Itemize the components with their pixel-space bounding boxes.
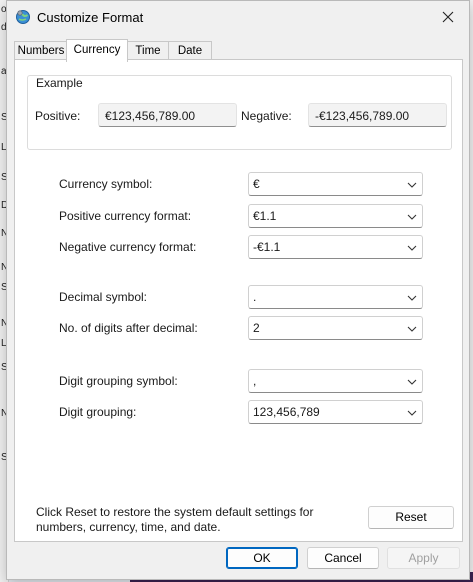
positive-example-value: €123,456,789.00 [98,103,237,127]
positive-currency-format-value: €1.1 [253,209,277,223]
tab-currency[interactable]: Currency [66,39,128,62]
negative-currency-format-dropdown[interactable]: -€1.1 [248,235,423,259]
digit-grouping-symbol-label: Digit grouping symbol: [59,374,178,388]
chevron-down-icon [407,410,417,416]
example-group-label: Example [36,76,83,90]
chevron-down-icon [407,182,417,188]
region-settings-icon [16,10,30,24]
negative-example-label: Negative: [241,109,292,123]
digits-after-decimal-dropdown[interactable]: 2 [248,316,423,340]
decimal-symbol-dropdown[interactable]: . [248,285,423,309]
chevron-down-icon [407,379,417,385]
decimal-symbol-label: Decimal symbol: [59,290,148,304]
chevron-down-icon [407,295,417,301]
close-button[interactable] [433,5,463,29]
tab-date[interactable]: Date [168,41,212,60]
digit-grouping-symbol-dropdown[interactable]: , [248,369,423,393]
tab-numbers[interactable]: Numbers [14,41,68,60]
customize-format-dialog: Customize Format Numbers Currency Time D… [6,0,470,580]
digit-grouping-symbol-value: , [253,374,257,388]
chevron-down-icon [407,245,417,251]
reset-button[interactable]: Reset [368,506,454,529]
apply-button[interactable]: Apply [387,547,460,569]
cancel-button[interactable]: Cancel [307,547,379,569]
window-title: Customize Format [37,10,144,25]
digit-grouping-dropdown[interactable]: 123,456,789 [248,400,423,424]
digits-after-decimal-value: 2 [253,321,260,335]
currency-symbol-value: € [253,177,260,191]
title-bar: Customize Format [7,1,469,33]
negative-currency-format-label: Negative currency format: [59,240,197,254]
reset-instructions: Click Reset to restore the system defaul… [36,505,314,534]
negative-currency-format-value: -€1.1 [253,240,281,254]
positive-example-label: Positive: [35,109,81,123]
close-icon [442,11,454,23]
ok-button[interactable]: OK [226,547,298,569]
digit-grouping-label: Digit grouping: [59,405,137,419]
currency-symbol-dropdown[interactable]: € [248,172,423,196]
currency-symbol-label: Currency symbol: [59,177,153,191]
positive-currency-format-dropdown[interactable]: €1.1 [248,204,423,228]
chevron-down-icon [407,214,417,220]
positive-currency-format-label: Positive currency format: [59,209,192,223]
negative-example-value: -€123,456,789.00 [308,103,447,127]
decimal-symbol-value: . [253,290,257,304]
currency-tab-panel: Example Positive: €123,456,789.00 Negati… [14,59,463,542]
tab-time[interactable]: Time [127,41,169,60]
digit-grouping-value: 123,456,789 [253,405,320,419]
chevron-down-icon [407,326,417,332]
digits-after-decimal-label: No. of digits after decimal: [59,321,198,335]
